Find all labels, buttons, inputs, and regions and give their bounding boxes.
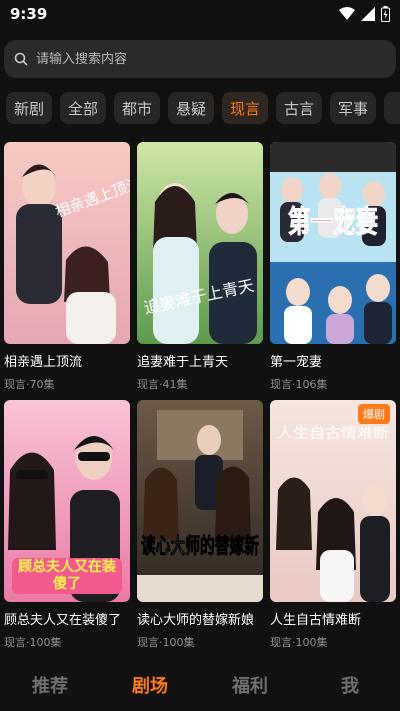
category-chip[interactable]: 古言 (276, 92, 322, 124)
status-bar: 9:39 (0, 0, 400, 28)
drama-poster[interactable]: 顾总夫人又在装傻了 (4, 400, 130, 602)
bottom-nav: 推荐 剧场 福利 我 (0, 660, 400, 711)
category-chip[interactable]: 都市 (114, 92, 160, 124)
drama-title: 顾总夫人又在装傻了 (4, 613, 122, 628)
category-chip-active[interactable]: 现言 (222, 92, 268, 124)
drama-meta: 现言·100集 (137, 636, 195, 649)
drama-poster[interactable]: 读心大师的替嫁新 (137, 400, 263, 602)
drama-meta: 现言·100集 (4, 636, 62, 649)
hot-badge: 爆剧 (358, 404, 390, 424)
poster-title: 人生自古情难断 (277, 426, 389, 442)
drama-poster[interactable]: 人生自古情难断 爆剧 (270, 400, 396, 602)
search-icon (14, 52, 28, 66)
category-chip[interactable]: 玄 (384, 92, 400, 124)
battery-icon (381, 6, 390, 22)
signal-icon (361, 7, 375, 21)
wifi-icon (339, 7, 355, 20)
poster-title: 顾总夫人又在装傻了 (18, 559, 116, 592)
poster-title: 读心大师的替嫁新 (141, 534, 259, 558)
drama-poster[interactable]: 相亲遇上顶流 (4, 142, 130, 344)
drama-title: 读心大师的替嫁新娘 (137, 613, 255, 628)
drama-title: 人生自古情难断 (270, 613, 362, 628)
drama-meta: 现言·100集 (270, 636, 328, 649)
drama-card[interactable]: 追妻难于上青天 追妻难于上青天 现言·41集 (137, 142, 263, 392)
drama-poster[interactable]: 第一宠妻 (270, 142, 396, 344)
category-chip[interactable]: 悬疑 (168, 92, 214, 124)
drama-meta: 现言·41集 (137, 378, 188, 391)
nav-tab-me[interactable]: 我 (300, 660, 400, 711)
category-tabs: 新剧 全部 都市 悬疑 现言 古言 军事 玄 (6, 92, 400, 124)
drama-card[interactable]: 相亲遇上顶流 相亲遇上顶流 现言·70集 (4, 142, 130, 392)
drama-poster[interactable]: 追妻难于上青天 (137, 142, 263, 344)
status-time: 9:39 (10, 5, 48, 23)
drama-meta: 现言·106集 (270, 378, 328, 391)
drama-meta: 现言·70集 (4, 378, 55, 391)
drama-title: 相亲遇上顶流 (4, 355, 83, 370)
search-bar[interactable] (4, 40, 396, 78)
drama-title: 第一宠妻 (270, 355, 323, 370)
drama-card[interactable]: 第一宠妻 第一宠妻 现言·106集 (270, 142, 396, 392)
nav-tab-welfare[interactable]: 福利 (200, 660, 300, 711)
drama-card[interactable]: 读心大师的替嫁新 读心大师的替嫁新娘 现言·100集 (137, 400, 263, 650)
category-chip[interactable]: 全部 (60, 92, 106, 124)
nav-tab-theater[interactable]: 剧场 (100, 660, 200, 711)
drama-card[interactable]: 顾总夫人又在装傻了 顾总夫人又在装傻了 现言·100集 (4, 400, 130, 650)
poster-title: 第一宠妻 (288, 205, 378, 240)
search-input[interactable] (36, 51, 366, 67)
drama-title: 追妻难于上青天 (137, 355, 229, 370)
drama-card[interactable]: 人生自古情难断 爆剧 人生自古情难断 现言·100集 (270, 400, 396, 650)
category-chip[interactable]: 军事 (330, 92, 376, 124)
nav-tab-recommend[interactable]: 推荐 (0, 660, 100, 711)
status-icons (339, 6, 390, 22)
category-chip[interactable]: 新剧 (6, 92, 52, 124)
